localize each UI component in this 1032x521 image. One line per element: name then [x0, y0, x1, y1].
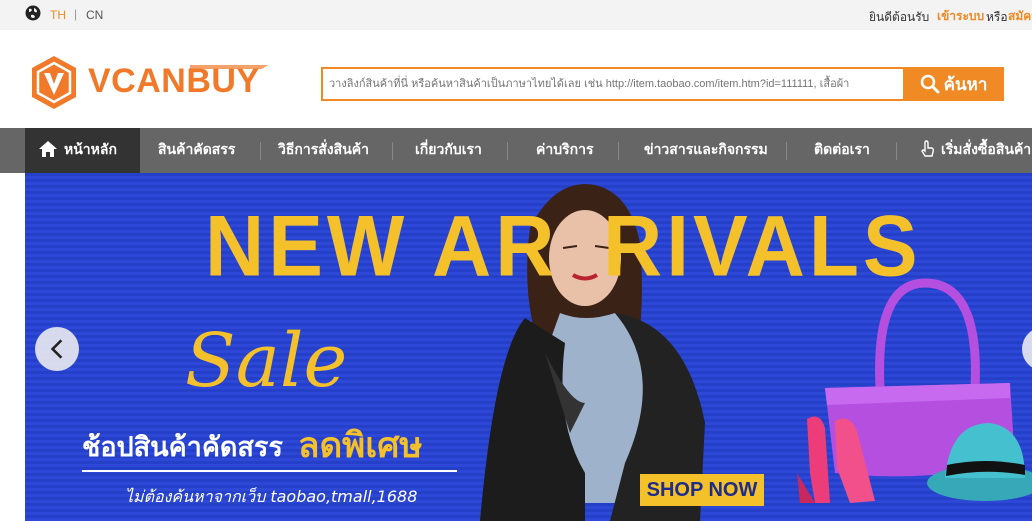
chevron-left-icon	[50, 339, 63, 359]
headline-left: NEW AR	[205, 198, 559, 295]
search-icon	[920, 74, 940, 94]
carousel-prev-button[interactable]	[35, 327, 79, 371]
lang-separator: |	[74, 7, 78, 21]
nav-item-contact[interactable]: ติดต่อเรา	[814, 128, 870, 173]
sale-subtitle: ช้อปสินค้าคัดสรร	[82, 432, 283, 463]
top-bar: TH | CN ยินดีต้อนรับ เข้าระบบ หรือ สมัคร	[0, 0, 1032, 30]
nav-item-label: เริ่มสั่งซื้อสินค้า	[941, 142, 1032, 158]
lang-th-link[interactable]: TH	[50, 8, 66, 22]
nav-divider	[786, 142, 787, 160]
main-nav: หน้าหลัก สินค้าคัดสรร วิธีการสั่งสินค้า …	[0, 128, 1032, 173]
nav-divider	[896, 142, 897, 160]
nav-divider	[507, 142, 508, 160]
nav-item-label: หน้าหลัก	[64, 142, 117, 158]
sale-special-text: ลดพิเศษ	[298, 426, 423, 466]
nav-divider	[260, 142, 261, 160]
globe-icon	[25, 5, 41, 21]
nav-item-how-to-order[interactable]: วิธีการสั่งสินค้า	[278, 128, 369, 173]
logo-text: VCANBUY	[88, 62, 260, 100]
search-button-label: ค้นหา	[943, 74, 988, 94]
pointer-hand-icon	[921, 140, 935, 157]
divider	[82, 470, 457, 472]
search-button[interactable]: ค้นหา	[903, 67, 1004, 101]
nav-divider	[618, 142, 619, 160]
lang-cn-link[interactable]: CN	[86, 8, 103, 22]
shop-now-button[interactable]: SHOP NOW	[640, 474, 764, 506]
nav-item-news[interactable]: ข่าวสารและกิจกรรม	[644, 128, 768, 173]
home-icon	[39, 141, 57, 157]
nav-divider	[392, 142, 393, 160]
welcome-text: ยินดีต้อนรับ	[869, 10, 930, 24]
nav-item-home[interactable]: หน้าหลัก	[25, 128, 140, 173]
nav-item-fees[interactable]: ค่าบริการ	[536, 128, 594, 173]
sale-note: ไม่ต้องค้นหาจากเว็บ taobao,tmall,1688	[125, 487, 418, 506]
nav-item-featured[interactable]: สินค้าคัดสรร	[158, 128, 235, 173]
search-input[interactable]	[321, 67, 905, 101]
headline-right: RIVALS	[603, 198, 922, 295]
sale-heading: Sale	[185, 318, 348, 404]
login-link[interactable]: เข้าระบบ	[937, 7, 984, 26]
register-link[interactable]: สมัคร	[1008, 7, 1032, 26]
hero-banner[interactable]: NEW AR RIVALS	[25, 173, 1032, 521]
nav-item-about[interactable]: เกี่ยวกับเรา	[415, 128, 482, 173]
or-text: หรือ	[986, 10, 1008, 24]
